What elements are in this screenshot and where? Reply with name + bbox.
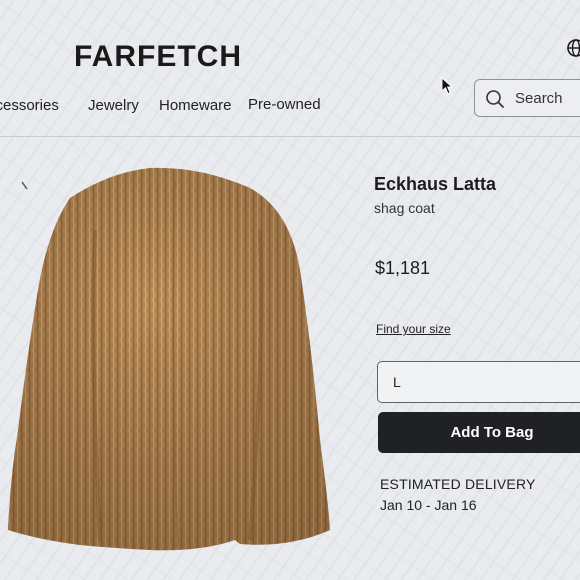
search-label: Search [515, 90, 563, 107]
product-image-shag-coat[interactable] [0, 150, 345, 570]
nav-item-homeware[interactable]: Homeware [159, 97, 232, 114]
estimated-delivery-dates: Jan 10 - Jan 16 [380, 497, 477, 513]
farfetch-logo[interactable]: FARFETCH [74, 40, 242, 74]
globe-icon[interactable] [566, 38, 580, 58]
search-box[interactable]: Search [474, 79, 580, 117]
nav-item-accessories[interactable]: ccessories [0, 97, 59, 114]
site-header: FARFETCH ccessories Jewelry Homeware Pre… [0, 0, 580, 137]
size-select[interactable]: L [377, 361, 580, 403]
nav-item-jewelry[interactable]: Jewelry [88, 97, 139, 114]
product-brand[interactable]: Eckhaus Latta [374, 174, 496, 195]
size-select-value: L [393, 374, 401, 390]
product-price: $1,181 [375, 258, 431, 278]
add-to-bag-label: Add To Bag [450, 424, 534, 441]
estimated-delivery-label: ESTIMATED DELIVERY [380, 476, 536, 492]
add-to-bag-button[interactable]: Add To Bag [378, 412, 580, 453]
find-your-size-link[interactable]: Find your size [376, 322, 451, 336]
nav-item-pre-owned[interactable]: Pre-owned [248, 96, 321, 113]
mouse-pointer-icon [441, 77, 454, 95]
product-name: shag coat [374, 200, 435, 216]
search-icon [486, 90, 504, 108]
